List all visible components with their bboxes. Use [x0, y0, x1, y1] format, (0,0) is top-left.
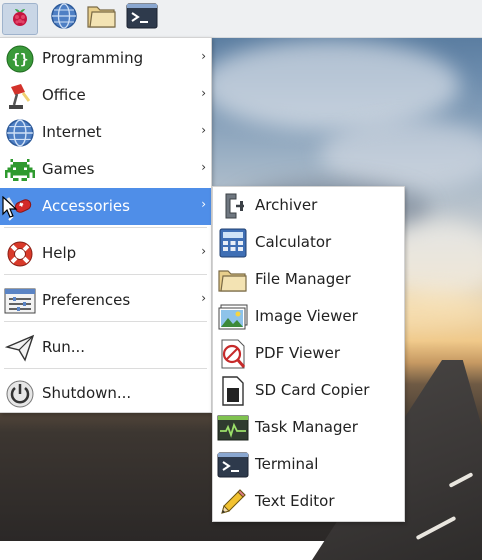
mouse-cursor-icon: [2, 195, 18, 222]
main-menu: {} Programming › Office › Internet › Gam…: [0, 37, 212, 413]
terminal-icon: [126, 2, 158, 34]
pencil-icon: [217, 486, 249, 518]
submenu-item-label: Image Viewer: [255, 307, 358, 325]
submenu-item-calculator[interactable]: Calculator: [213, 224, 404, 261]
menu-item-shutdown[interactable]: Shutdown...: [0, 375, 211, 412]
menu-item-preferences[interactable]: Preferences ›: [0, 282, 211, 319]
menu-item-office[interactable]: Office ›: [0, 77, 211, 114]
menu-item-label: Games: [42, 160, 95, 178]
chevron-right-icon: ›: [201, 244, 206, 258]
svg-text:{}: {}: [12, 52, 29, 68]
menu-item-internet[interactable]: Internet ›: [0, 114, 211, 151]
menu-item-label: Preferences: [42, 291, 131, 309]
menu-separator: [4, 274, 207, 275]
terminal-icon: [217, 449, 249, 481]
menu-separator: [4, 227, 207, 228]
menu-item-label: Help: [42, 244, 77, 262]
submenu-item-archiver[interactable]: Archiver: [213, 187, 404, 224]
menu-item-label: Internet: [42, 123, 102, 141]
submenu-item-label: Archiver: [255, 196, 318, 214]
submenu-item-text-editor[interactable]: Text Editor: [213, 483, 404, 520]
pdf-icon: [217, 338, 249, 370]
calculator-icon: [217, 227, 249, 259]
menu-item-accessories[interactable]: Accessories ›: [0, 188, 211, 225]
submenu-item-image-viewer[interactable]: Image Viewer: [213, 298, 404, 335]
menu-item-run[interactable]: Run...: [0, 329, 211, 366]
submenu-item-task-manager[interactable]: Task Manager: [213, 409, 404, 446]
chevron-right-icon: ›: [201, 49, 206, 63]
accessories-submenu: Archiver Calculator File Manager Image V…: [212, 186, 405, 522]
folder-icon: [217, 264, 249, 296]
menu-item-label: Programming: [42, 49, 144, 67]
image-icon: [217, 301, 249, 333]
programming-icon: {}: [4, 43, 36, 75]
submenu-item-sd-card-copier[interactable]: SD Card Copier: [213, 372, 404, 409]
menu-item-programming[interactable]: {} Programming ›: [0, 40, 211, 77]
submenu-item-label: Task Manager: [255, 418, 358, 436]
menu-item-help[interactable]: Help ›: [0, 235, 211, 272]
submenu-item-label: Terminal: [255, 455, 319, 473]
submenu-item-label: Text Editor: [255, 492, 335, 510]
preferences-icon: [4, 285, 36, 317]
menu-item-games[interactable]: Games ›: [0, 151, 211, 188]
sd-card-icon: [217, 375, 249, 407]
globe-icon: [4, 117, 36, 149]
taskbar: [0, 0, 482, 38]
chevron-right-icon: ›: [201, 123, 206, 137]
chevron-right-icon: ›: [201, 291, 206, 305]
globe-icon: [50, 2, 78, 34]
raspberry-icon: [8, 5, 32, 33]
folder-icon: [86, 2, 118, 34]
chevron-right-icon: ›: [201, 86, 206, 100]
menu-item-label: Accessories: [42, 197, 130, 215]
raspberry-pi-menu-button[interactable]: [2, 3, 38, 35]
menu-item-label: Shutdown...: [42, 384, 132, 402]
file-manager-button[interactable]: [86, 3, 118, 33]
submenu-item-label: PDF Viewer: [255, 344, 340, 362]
submenu-item-terminal[interactable]: Terminal: [213, 446, 404, 483]
clamp-icon: [217, 190, 249, 222]
office-lamp-icon: [4, 80, 36, 112]
task-monitor-icon: [217, 412, 249, 444]
web-browser-button[interactable]: [48, 3, 80, 33]
terminal-button[interactable]: [126, 3, 158, 33]
menu-separator: [4, 368, 207, 369]
power-icon: [4, 378, 36, 410]
menu-separator: [4, 321, 207, 322]
submenu-item-file-manager[interactable]: File Manager: [213, 261, 404, 298]
submenu-item-label: File Manager: [255, 270, 351, 288]
submenu-item-label: Calculator: [255, 233, 332, 251]
lifebuoy-icon: [4, 238, 36, 270]
menu-item-label: Run...: [42, 338, 86, 356]
chevron-right-icon: ›: [201, 160, 206, 174]
menu-item-label: Office: [42, 86, 86, 104]
paper-plane-icon: [4, 332, 36, 364]
chevron-right-icon: ›: [201, 197, 206, 211]
submenu-item-label: SD Card Copier: [255, 381, 370, 399]
submenu-item-pdf-viewer[interactable]: PDF Viewer: [213, 335, 404, 372]
space-invader-icon: [4, 154, 36, 186]
